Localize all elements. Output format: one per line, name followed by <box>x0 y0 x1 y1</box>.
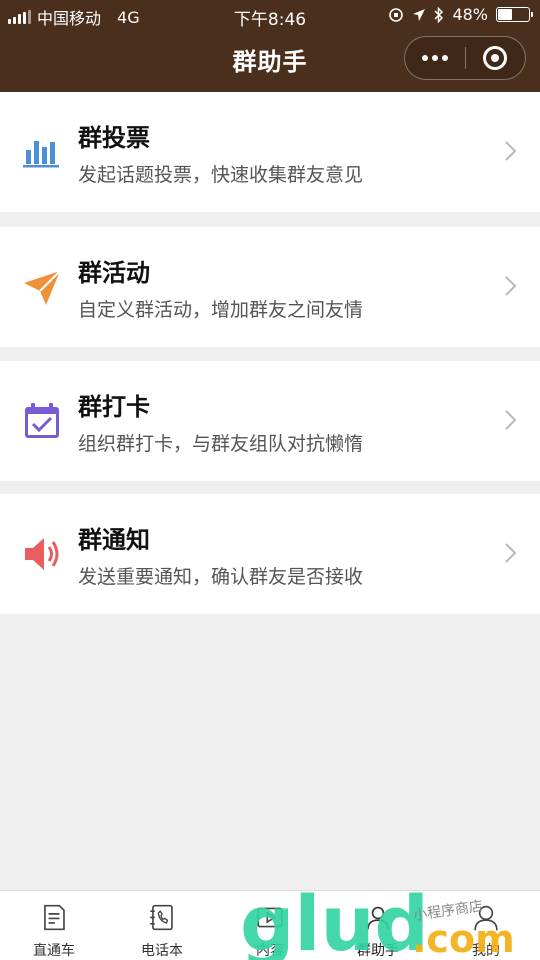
paper-plane-icon <box>24 270 61 305</box>
chevron-right-icon <box>505 141 517 161</box>
status-bar: 中国移动 4G 下午8:46 48% <box>0 0 540 30</box>
speaker-icon <box>25 538 59 570</box>
tab-group-helper[interactable]: 群助手 <box>324 891 432 960</box>
item-desc: 发送重要通知，确认群友是否接收 <box>78 566 364 588</box>
chevron-right-icon <box>505 276 517 296</box>
more-button[interactable] <box>405 55 465 61</box>
document-icon <box>44 904 65 931</box>
battery-percent: 48% <box>452 5 488 24</box>
battery-fill <box>498 9 512 20</box>
chevron-right-icon <box>505 543 517 563</box>
chevron-right-icon <box>505 410 517 430</box>
tab-label: 电话本 <box>141 943 183 959</box>
video-icon <box>257 907 283 928</box>
close-button[interactable] <box>465 46 525 70</box>
tab-label: 直通车 <box>33 943 75 959</box>
tab-phonebook[interactable]: 电话本 <box>108 891 216 960</box>
close-target-icon <box>483 46 508 70</box>
item-title: 群通知 <box>78 526 150 554</box>
list-item-group-activity[interactable]: 群活动 自定义群活动，增加群友之间友情 <box>0 227 540 347</box>
bottom-tab-bar: 直通车 电话本 内容 群助手 我的 <box>0 890 540 960</box>
calendar-check-icon <box>25 403 59 438</box>
battery-icon <box>496 7 533 22</box>
tab-content[interactable]: 内容 <box>216 891 324 960</box>
bar-chart-icon <box>23 141 59 168</box>
item-title: 群投票 <box>78 124 150 152</box>
tab-mine[interactable]: 我的 <box>432 891 540 960</box>
list-item-group-checkin[interactable]: 群打卡 组织群打卡，与群友组队对抗懒惰 <box>0 361 540 481</box>
item-title: 群活动 <box>78 259 150 287</box>
bluetooth-icon <box>434 6 444 23</box>
tab-label: 内容 <box>256 943 284 959</box>
list-item-group-notice[interactable]: 群通知 发送重要通知，确认群友是否接收 <box>0 494 540 614</box>
miniprogram-capsule <box>404 36 526 80</box>
top-bar: 中国移动 4G 下午8:46 48% 群助手 <box>0 0 540 92</box>
tab-label: 群助手 <box>357 943 399 959</box>
location-icon <box>413 8 426 21</box>
tab-direct[interactable]: 直通车 <box>0 891 108 960</box>
more-icon <box>421 55 428 61</box>
item-desc: 组织群打卡，与群友组队对抗懒惰 <box>78 433 364 455</box>
item-title: 群打卡 <box>78 393 150 421</box>
rotation-lock-icon <box>389 7 404 22</box>
tab-label: 我的 <box>472 943 500 959</box>
item-desc: 发起话题投票，快速收集群友意见 <box>78 164 364 186</box>
list-item-group-vote[interactable]: 群投票 发起话题投票，快速收集群友意见 <box>0 92 540 212</box>
person-icon <box>474 905 498 931</box>
phonebook-icon <box>150 904 173 931</box>
item-desc: 自定义群活动，增加群友之间友情 <box>78 299 364 321</box>
group-icon <box>367 906 389 930</box>
